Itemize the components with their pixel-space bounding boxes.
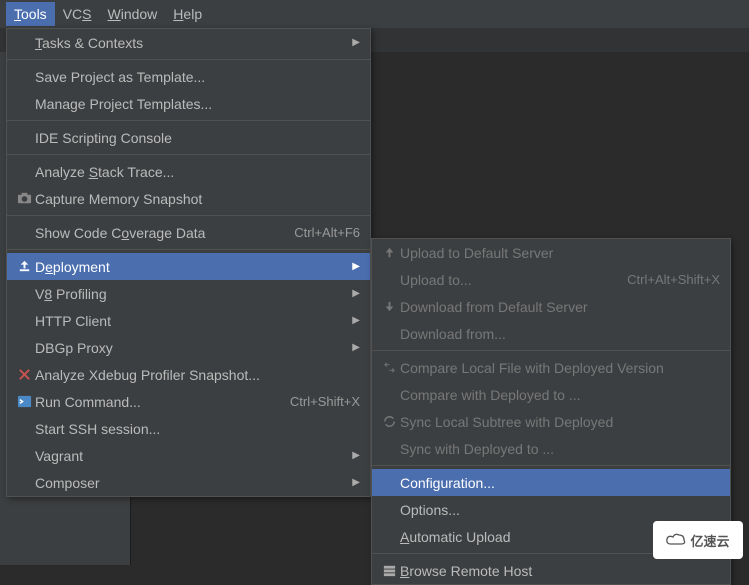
menu-run-command[interactable]: Run Command... Ctrl+Shift+X (7, 388, 370, 415)
menu-browse-remote-host[interactable]: Browse Remote Host (372, 557, 730, 584)
menubar-help[interactable]: Help (165, 2, 210, 26)
menu-ide-scripting-console[interactable]: IDE Scripting Console (7, 124, 370, 151)
menu-v8-profiling[interactable]: V8 Profiling ▶ (7, 280, 370, 307)
menu-separator (372, 350, 730, 351)
menubar-vcs[interactable]: VCS (55, 2, 100, 26)
menu-label: Capture Memory Snapshot (35, 191, 360, 207)
menu-label: Run Command... (35, 394, 278, 410)
menu-separator (7, 120, 370, 121)
menu-label: Composer (35, 475, 344, 491)
menu-label: HTTP Client (35, 313, 344, 329)
menu-deployment[interactable]: Deployment ▶ (7, 253, 370, 280)
menu-label: IDE Scripting Console (35, 130, 360, 146)
menu-manage-project-templates[interactable]: Manage Project Templates... (7, 90, 370, 117)
menu-tasks-contexts[interactable]: Tasks & Contexts ▶ (7, 29, 370, 56)
menubar-tools[interactable]: Tools (6, 2, 55, 26)
menu-label: Compare with Deployed to ... (400, 387, 720, 403)
menu-label: Upload to Default Server (400, 245, 720, 261)
menu-label: Download from Default Server (400, 299, 720, 315)
menu-composer[interactable]: Composer ▶ (7, 469, 370, 496)
menu-label: Configuration... (400, 475, 720, 491)
download-icon (378, 299, 400, 314)
shortcut-label: Ctrl+Alt+F6 (294, 225, 360, 240)
profiler-icon (13, 367, 35, 382)
menu-label: Upload to... (400, 272, 615, 288)
menu-label: Save Project as Template... (35, 69, 360, 85)
menu-compare-with-deployed[interactable]: Compare with Deployed to ... (372, 381, 730, 408)
menu-vagrant[interactable]: Vagrant ▶ (7, 442, 370, 469)
compare-icon (378, 360, 400, 375)
submenu-arrow-icon: ▶ (350, 342, 360, 353)
menu-label: Sync with Deployed to ... (400, 441, 720, 457)
terminal-icon (13, 394, 35, 409)
shortcut-label: Ctrl+Alt+Shift+X (627, 272, 720, 287)
submenu-arrow-icon: ▶ (350, 261, 360, 272)
menu-label: Sync Local Subtree with Deployed (400, 414, 720, 430)
watermark-badge: 亿速云 (653, 521, 743, 559)
menu-sync-local-subtree[interactable]: Sync Local Subtree with Deployed (372, 408, 730, 435)
menu-start-ssh-session[interactable]: Start SSH session... (7, 415, 370, 442)
submenu-arrow-icon: ▶ (350, 315, 360, 326)
menu-dbgp-proxy[interactable]: DBGp Proxy ▶ (7, 334, 370, 361)
menu-separator (372, 465, 730, 466)
tools-menu: Tasks & Contexts ▶ Save Project as Templ… (6, 28, 371, 497)
menu-http-client[interactable]: HTTP Client ▶ (7, 307, 370, 334)
menu-separator (7, 154, 370, 155)
submenu-arrow-icon: ▶ (350, 288, 360, 299)
menu-label: Vagrant (35, 448, 344, 464)
menu-options[interactable]: Options... (372, 496, 730, 523)
menu-sync-with-deployed[interactable]: Sync with Deployed to ... (372, 435, 730, 462)
submenu-arrow-icon: ▶ (350, 450, 360, 461)
menu-compare-local-file[interactable]: Compare Local File with Deployed Version (372, 354, 730, 381)
camera-icon (13, 191, 35, 206)
watermark-text: 亿速云 (690, 531, 729, 550)
menu-label: Download from... (400, 326, 720, 342)
menu-label: Compare Local File with Deployed Version (400, 360, 720, 376)
upload-icon (378, 245, 400, 260)
menu-label: Analyze Xdebug Profiler Snapshot... (35, 367, 360, 383)
menu-configuration[interactable]: Configuration... (372, 469, 730, 496)
menu-upload-default[interactable]: Upload to Default Server (372, 239, 730, 266)
deployment-icon (13, 259, 35, 274)
menu-analyze-stack-trace[interactable]: Analyze Stack Trace... (7, 158, 370, 185)
menu-label: DBGp Proxy (35, 340, 344, 356)
remote-host-icon (378, 563, 400, 578)
menu-separator (7, 215, 370, 216)
menu-separator (7, 59, 370, 60)
menu-upload-to[interactable]: Upload to... Ctrl+Alt+Shift+X (372, 266, 730, 293)
menubar: Tools VCS Window Help (0, 0, 749, 28)
menubar-window[interactable]: Window (99, 2, 165, 26)
menu-label: Start SSH session... (35, 421, 360, 437)
menu-label: Manage Project Templates... (35, 96, 360, 112)
menu-analyze-xdebug-profiler[interactable]: Analyze Xdebug Profiler Snapshot... (7, 361, 370, 388)
menu-label: Options... (400, 502, 720, 518)
menu-save-project-template[interactable]: Save Project as Template... (7, 63, 370, 90)
menu-capture-memory-snapshot[interactable]: Capture Memory Snapshot (7, 185, 370, 212)
menu-separator (7, 249, 370, 250)
shortcut-label: Ctrl+Shift+X (290, 394, 360, 409)
submenu-arrow-icon: ▶ (350, 477, 360, 488)
menu-download-from[interactable]: Download from... (372, 320, 730, 347)
sync-icon (378, 414, 400, 429)
menu-download-default[interactable]: Download from Default Server (372, 293, 730, 320)
menu-show-code-coverage[interactable]: Show Code Coverage Data Ctrl+Alt+F6 (7, 219, 370, 246)
submenu-arrow-icon: ▶ (350, 37, 360, 48)
